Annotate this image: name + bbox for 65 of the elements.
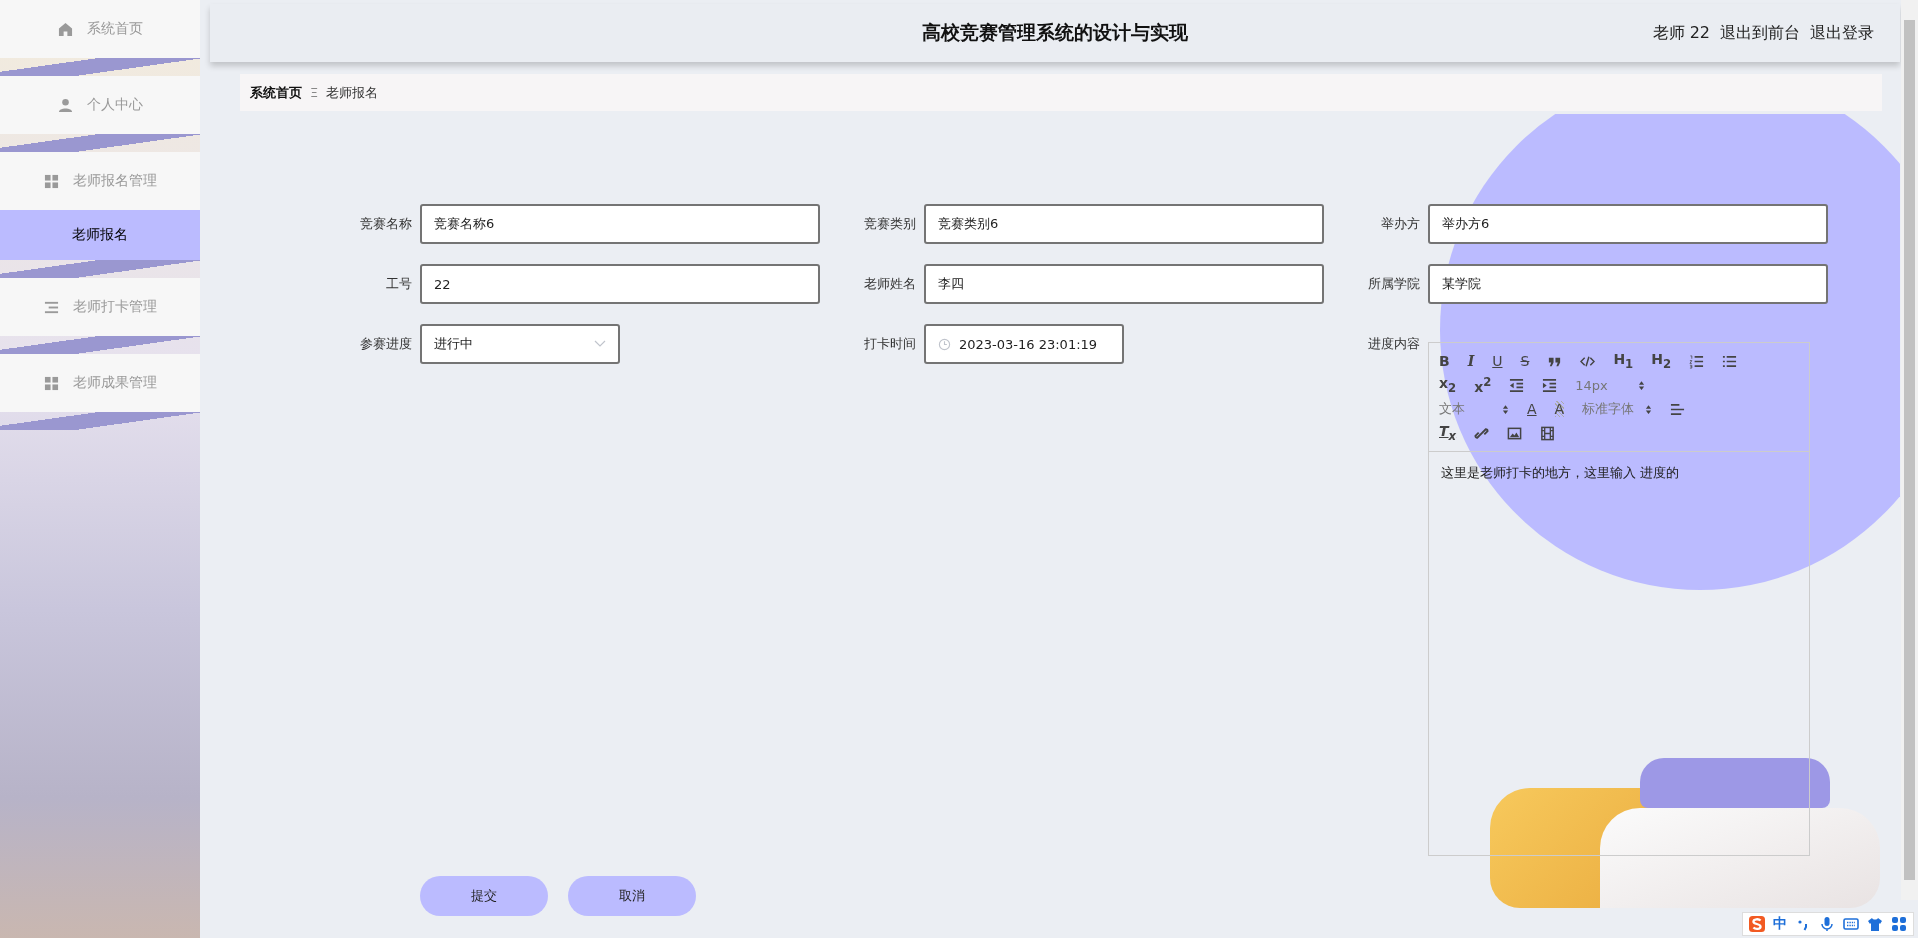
field-label: 所属学院 <box>1367 275 1420 293</box>
format-button[interactable]: x$^{2}$ <box>1474 375 1492 395</box>
format-button[interactable]: A <box>1554 401 1565 417</box>
home-icon <box>57 21 73 37</box>
link-icon[interactable] <box>1474 425 1490 441</box>
ime-logo-icon[interactable] <box>1749 916 1765 932</box>
page-title: 高校竞赛管理系统的设计与实现 <box>922 20 1188 45</box>
field-label: 工号 <box>385 275 412 293</box>
editor-text[interactable]: 这里是老师打卡的地方，这里输入 进度的 <box>1429 452 1809 494</box>
header-link[interactable]: 退出登录 <box>1810 22 1874 44</box>
text-field[interactable]: 某学院 <box>1428 264 1828 304</box>
date-field[interactable]: 2023-03-16 23:01:19 <box>924 324 1124 364</box>
sidebar-subitem[interactable]: 老师报名 <box>0 210 200 260</box>
text-field[interactable]: 举办方6 <box>1428 204 1828 244</box>
film-icon[interactable] <box>1540 425 1556 441</box>
list-icon <box>43 299 59 315</box>
field-label: 老师姓名 <box>863 275 916 293</box>
format-button[interactable]: S <box>1520 353 1530 369</box>
ime-mode-label[interactable]: 中 <box>1773 915 1787 933</box>
form-button[interactable]: 提交 <box>420 876 548 916</box>
breadcrumb-separator: Ξ <box>310 85 319 100</box>
toolbar-dropdown[interactable]: 文本 <box>1439 400 1509 418</box>
indent-icon[interactable] <box>1542 377 1558 393</box>
form-button[interactable]: 取消 <box>568 876 696 916</box>
clock-icon <box>938 337 951 351</box>
grid-icon <box>43 173 59 189</box>
field-label: 竞赛类别 <box>863 215 916 233</box>
format-button[interactable]: U <box>1492 353 1503 369</box>
updown-icon <box>1638 379 1646 391</box>
format-button[interactable]: A <box>1527 401 1537 417</box>
header-link[interactable]: 退出到前台 <box>1720 22 1800 44</box>
grid-icon[interactable] <box>1891 916 1907 932</box>
microphone-icon[interactable] <box>1819 916 1835 932</box>
format-button[interactable]: x$_{2}$ <box>1439 375 1457 395</box>
field-label: 进度内容 <box>1367 335 1420 353</box>
text-field[interactable]: 竞赛类别6 <box>924 204 1324 244</box>
breadcrumb-link[interactable]: 系统首页 <box>250 83 302 102</box>
image-icon[interactable] <box>1507 425 1523 441</box>
format-button[interactable]: H$_{2}$ <box>1651 351 1672 371</box>
scrollbar[interactable] <box>1901 0 1918 900</box>
field-label: 打卡时间 <box>863 335 916 353</box>
select-field[interactable]: 进行中 <box>420 324 620 364</box>
text-field[interactable]: 李四 <box>924 264 1324 304</box>
format-button[interactable]: T$_{x}$ <box>1439 423 1457 443</box>
outdent-icon[interactable] <box>1509 377 1525 393</box>
updown-icon <box>1645 403 1653 415</box>
user-label: 老师 22 <box>1652 22 1710 44</box>
grid-icon <box>43 375 59 391</box>
align-left-icon[interactable] <box>1670 401 1686 417</box>
field-label: 举办方 <box>1380 215 1420 233</box>
text-field[interactable]: 竞赛名称6 <box>420 204 820 244</box>
keyboard-icon[interactable] <box>1843 916 1859 932</box>
format-button[interactable]: B <box>1439 353 1450 369</box>
shirt-icon[interactable] <box>1867 916 1883 932</box>
format-button[interactable]: I <box>1467 353 1475 369</box>
user-icon <box>57 97 73 113</box>
bullet-list-icon[interactable] <box>1722 353 1738 369</box>
updown-icon <box>1502 403 1509 415</box>
text-field[interactable]: 22 <box>420 264 820 304</box>
field-label: 参赛进度 <box>359 335 412 353</box>
format-button[interactable]: H$_{1}$ <box>1613 351 1634 371</box>
chevron-down-icon <box>594 340 606 348</box>
ordered-list-icon[interactable] <box>1689 353 1705 369</box>
breadcrumb-link[interactable]: 老师报名 <box>326 83 379 102</box>
field-label: 竞赛名称 <box>359 215 412 233</box>
